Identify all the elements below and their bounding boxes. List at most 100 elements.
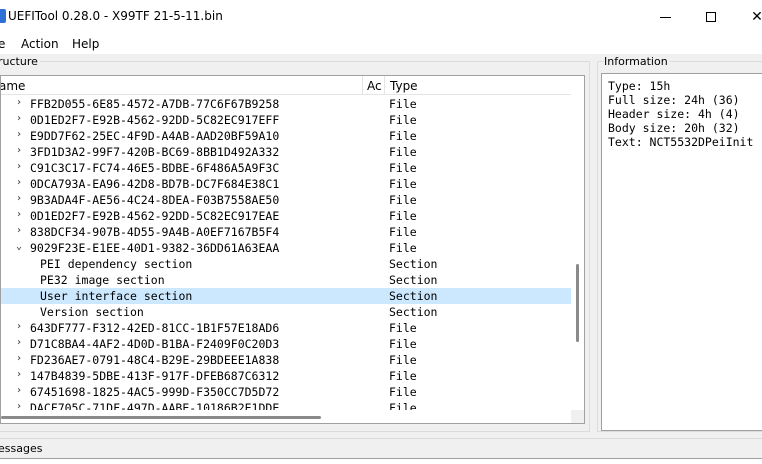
tree-row[interactable]: › 838DCF34-907B-4D55-9A4B-A0EF7167B5F4 Fil… — [1, 224, 571, 240]
column-action[interactable]: Ac — [367, 79, 382, 93]
tree-row-type: Section — [389, 289, 438, 303]
column-separator[interactable] — [362, 76, 363, 95]
structure-tree[interactable]: ame Ac Type › FFB2D055-6E85-4572-A7DB-77C… — [0, 75, 585, 424]
tree-row-name: 3FD1D3A2-99F7-420B-BC69-8BB1D492A332 — [30, 145, 280, 159]
chevron-right-icon[interactable]: › — [14, 353, 24, 364]
tree-row-name: E9DD7F62-25EC-4F9D-A4AB-AAD20BF59A10 — [30, 129, 280, 143]
tree-row[interactable]: › 0DCA793A-EA96-42D8-BD7B-DC7F684E38C1 Fil… — [1, 176, 571, 192]
vertical-scroll-thumb[interactable] — [576, 264, 579, 342]
tree-row[interactable]: › C91C3C17-FC74-46E5-BDBE-6F486A5A9F3C Fil… — [1, 160, 571, 176]
close-button[interactable]: ✕ — [734, 0, 762, 34]
chevron-right-icon[interactable]: › — [14, 177, 24, 188]
tree-row-name: PEI dependency section — [40, 257, 193, 271]
tree-row-type: File — [389, 113, 417, 127]
horizontal-scroll-thumb[interactable] — [1, 416, 321, 419]
tree-row-type: File — [389, 209, 417, 223]
info-full-size: Full size: 24h (36) — [608, 93, 740, 107]
messages-label: essages — [0, 442, 43, 455]
maximize-button[interactable] — [688, 0, 734, 34]
tree-row-name: 0D1ED2F7-E92B-4562-92DD-5C82EC917EAE — [30, 209, 280, 223]
tree-row[interactable]: › D71C8BA4-4AF2-4D0D-B1BA-F2409F0C20D3 Fil… — [1, 336, 571, 352]
title-bar: UEFITool 0.28.0 - X99TF 21-5-11.bin ✕ — [0, 0, 762, 34]
tree-row-type: File — [389, 97, 417, 111]
tree-row-name: PE32 image section — [40, 273, 165, 287]
chevron-right-icon[interactable]: › — [14, 161, 24, 172]
tree-row-name: FFB2D055-6E85-4572-A7DB-77C6F67B9258 — [30, 97, 280, 111]
tree-row-name: D71C8BA4-4AF2-4D0D-B1BA-F2409F0C20D3 — [30, 337, 280, 351]
minimize-icon — [659, 16, 671, 18]
tree-row[interactable]: › 147B4839-5DBE-413F-917F-DFEB687C6312 Fil… — [1, 368, 571, 384]
messages-divider[interactable] — [0, 438, 762, 439]
chevron-right-icon[interactable]: › — [14, 129, 24, 140]
menu-bar: e Action Help — [0, 34, 762, 54]
chevron-right-icon[interactable]: › — [14, 193, 24, 204]
tree-row[interactable]: › 0D1ED2F7-E92B-4562-92DD-5C82EC917EFF Fil… — [1, 112, 571, 128]
tree-row-type: File — [389, 353, 417, 367]
information-text[interactable]: Type: 15h Full size: 24h (36) Header siz… — [601, 73, 762, 431]
minimize-button[interactable] — [642, 0, 688, 34]
tree-row[interactable]: › 9B3ADA4F-AE56-4C24-8DEA-F03B7558AE50 Fil… — [1, 192, 571, 208]
info-body-size: Body size: 20h (32) — [608, 121, 740, 135]
horizontal-scrollbar[interactable] — [1, 410, 571, 423]
tree-row[interactable]: ⌄ 9029F23E-E1EE-40D1-9382-36DD61A63EAA Fil… — [1, 240, 571, 256]
messages-panel[interactable] — [0, 458, 762, 464]
chevron-right-icon[interactable]: › — [14, 225, 24, 236]
tree-row-type: File — [389, 177, 417, 191]
tree-row-name: Version section — [40, 305, 144, 319]
info-type: Type: 15h — [608, 79, 671, 93]
tree-row-name: C91C3C17-FC74-46E5-BDBE-6F486A5A9F3C — [30, 161, 280, 175]
chevron-right-icon[interactable]: › — [14, 209, 24, 220]
tree-row[interactable]: › FD236AE7-0791-48C4-B29E-29BDEEE1A838 Fil… — [1, 352, 571, 368]
tree-row[interactable]: PEI dependency section Section — [1, 256, 571, 272]
tree-row-name: 147B4839-5DBE-413F-917F-DFEB687C6312 — [30, 369, 280, 383]
maximize-icon — [706, 12, 716, 22]
tree-row[interactable]: › 643DF777-F312-42ED-81CC-1B1F57E18AD6 Fil… — [1, 320, 571, 336]
tree-row[interactable]: › 67451698-1825-4AC5-999D-F350CC7D5D72 Fil… — [1, 384, 571, 400]
tree-row-type: Section — [389, 305, 438, 319]
chevron-down-icon[interactable]: ⌄ — [14, 241, 24, 252]
column-separator[interactable] — [384, 76, 385, 95]
column-type[interactable]: Type — [390, 79, 418, 93]
tree-row-name: 67451698-1825-4AC5-999D-F350CC7D5D72 — [30, 385, 280, 399]
tree-row-name: 0DCA793A-EA96-42D8-BD7B-DC7F684E38C1 — [30, 177, 280, 191]
tree-row[interactable]: › E9DD7F62-25EC-4F9D-A4AB-AAD20BF59A10 Fil… — [1, 128, 571, 144]
scroll-corner — [571, 410, 584, 423]
menu-action[interactable]: Action — [21, 37, 59, 51]
info-text: Text: NCT5532DPeiInit — [608, 135, 754, 149]
tree-rows: › FFB2D055-6E85-4572-A7DB-77C6F67B9258 Fil… — [1, 96, 571, 416]
tree-row-name: 0D1ED2F7-E92B-4562-92DD-5C82EC917EFF — [30, 113, 280, 127]
chevron-right-icon[interactable]: › — [14, 321, 24, 332]
chevron-right-icon[interactable]: › — [14, 337, 24, 348]
chevron-right-icon[interactable]: › — [14, 385, 24, 396]
tree-row-type: File — [389, 161, 417, 175]
tree-row-type: File — [389, 129, 417, 143]
tree-header: ame Ac Type — [1, 76, 571, 95]
tree-row[interactable]: › 0D1ED2F7-E92B-4562-92DD-5C82EC917EAE Fil… — [1, 208, 571, 224]
vertical-scrollbar[interactable] — [571, 76, 584, 410]
window-title: UEFITool 0.28.0 - X99TF 21-5-11.bin — [8, 9, 223, 23]
info-header-size: Header size: 4h (4) — [608, 107, 740, 121]
tree-row[interactable]: › FFB2D055-6E85-4572-A7DB-77C6F67B9258 Fil… — [1, 96, 571, 112]
chevron-right-icon[interactable]: › — [14, 97, 24, 108]
tree-row-type: File — [389, 145, 417, 159]
tree-row-name: FD236AE7-0791-48C4-B29E-29BDEEE1A838 — [30, 353, 280, 367]
menu-help[interactable]: Help — [72, 37, 99, 51]
information-label: Information — [604, 55, 670, 68]
chevron-right-icon[interactable]: › — [14, 369, 24, 380]
app-icon — [0, 9, 6, 23]
tree-row[interactable]: PE32 image section Section — [1, 272, 571, 288]
tree-row-name: 838DCF34-907B-4D55-9A4B-A0EF7167B5F4 — [30, 225, 280, 239]
chevron-right-icon[interactable]: › — [14, 113, 24, 124]
menu-file[interactable]: e — [0, 37, 5, 51]
chevron-right-icon[interactable]: › — [14, 145, 24, 156]
tree-row[interactable]: User interface section Section — [1, 288, 571, 304]
tree-row-type: File — [389, 337, 417, 351]
tree-row-name: 9B3ADA4F-AE56-4C24-8DEA-F03B7558AE50 — [30, 193, 280, 207]
tree-row-name: 9029F23E-E1EE-40D1-9382-36DD61A63EAA — [30, 241, 280, 255]
tree-row-type: File — [389, 193, 417, 207]
tree-row[interactable]: › 3FD1D3A2-99F7-420B-BC69-8BB1D492A332 Fil… — [1, 144, 571, 160]
close-icon: ✕ — [751, 9, 762, 25]
tree-row-name: User interface section — [40, 289, 193, 303]
column-name[interactable]: ame — [1, 79, 25, 93]
tree-row[interactable]: Version section Section — [1, 304, 571, 320]
